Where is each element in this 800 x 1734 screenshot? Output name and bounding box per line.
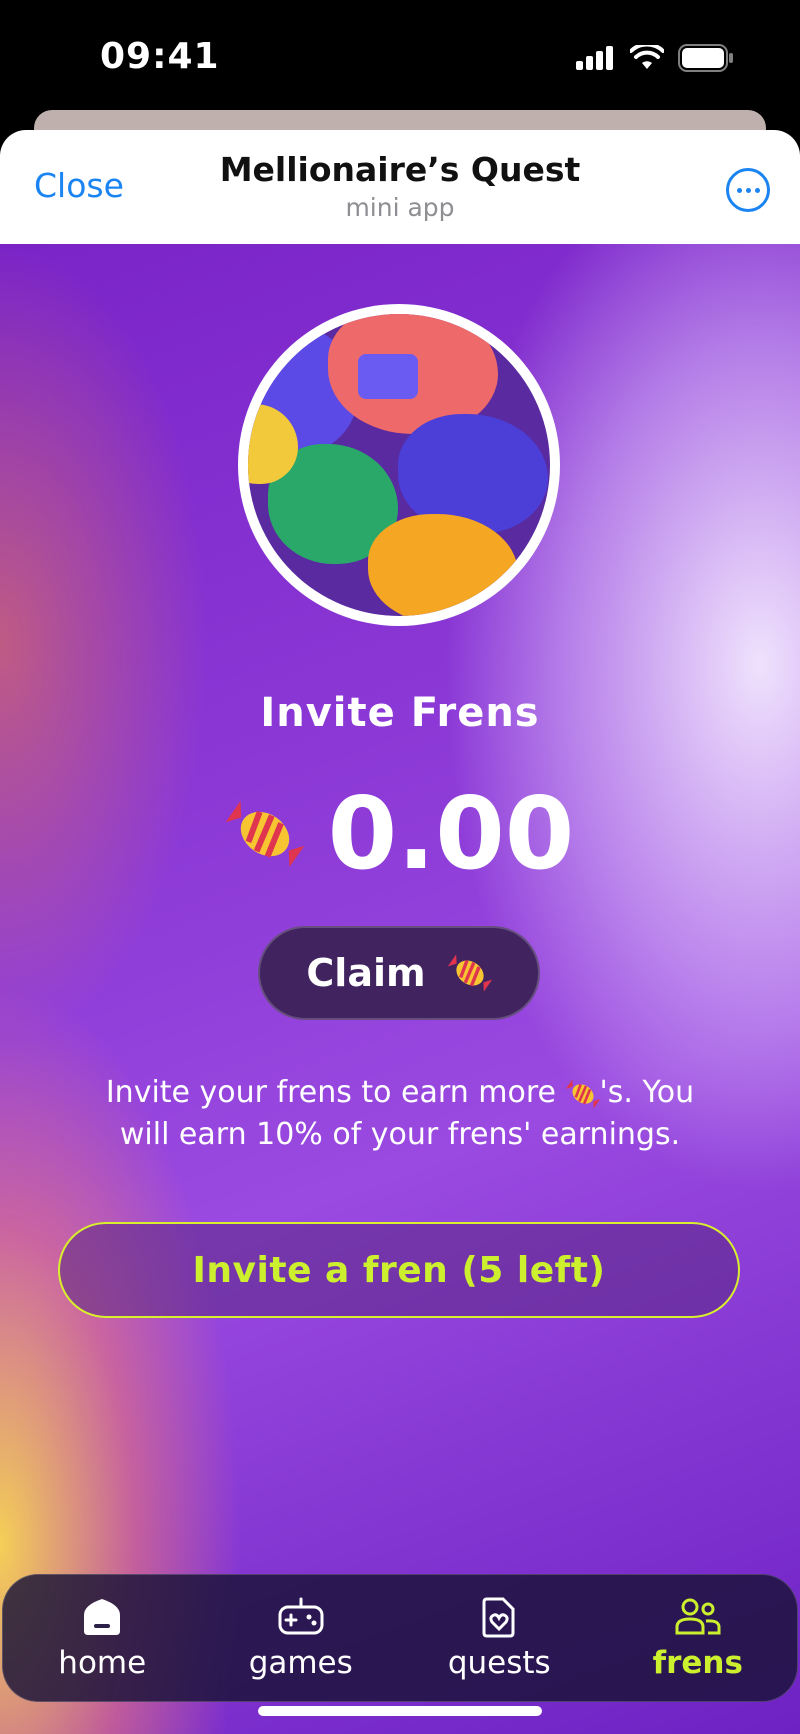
battery-icon: [678, 44, 733, 72]
balance-value: 0.00: [327, 775, 575, 892]
balance-display: 0.00: [0, 784, 800, 884]
more-dot-icon: [736, 187, 742, 193]
signal-icon: [576, 46, 613, 70]
candy-icon: [225, 800, 304, 868]
nav-label: quests: [447, 1645, 551, 1681]
status-bar: 09:41: [0, 0, 800, 110]
app-subtitle: mini app: [345, 193, 455, 222]
quests-icon: [482, 1597, 515, 1638]
illustration-art: [248, 314, 550, 616]
claim-label: Claim: [306, 951, 426, 995]
status-time: 09:41: [100, 36, 220, 77]
home-icon: [84, 1599, 121, 1635]
wifi-icon: [630, 45, 664, 69]
frens-icon: [675, 1598, 721, 1635]
mini-app-header: Close Mellionaire’s Quest mini app: [0, 130, 800, 244]
invite-description: Invite your frens to earn more 's. You w…: [80, 1072, 720, 1156]
home-indicator: [258, 1706, 542, 1716]
nav-label: home: [58, 1645, 147, 1681]
frens-illustration: [238, 304, 560, 626]
section-title: Invite Frens: [260, 690, 540, 736]
title-block: Mellionaire’s Quest mini app: [0, 150, 800, 222]
more-dot-icon: [754, 187, 760, 193]
claim-button[interactable]: Claim: [258, 926, 540, 1020]
more-dot-icon: [745, 187, 751, 193]
invite-desc-text: Invite your frens to earn more: [105, 1075, 566, 1110]
candy-icon: [565, 1079, 600, 1108]
more-options-button[interactable]: [726, 168, 770, 212]
main-content: Invite Frens 0.00 Claim Invite your fren…: [0, 244, 800, 1734]
gamepad-icon: [278, 1597, 324, 1635]
nav-item-quests[interactable]: quests: [409, 1595, 589, 1681]
bottom-nav: home games quests frens: [2, 1574, 798, 1702]
nav-item-games[interactable]: games: [211, 1595, 391, 1681]
nav-item-frens[interactable]: frens: [608, 1595, 788, 1681]
nav-label: games: [248, 1645, 353, 1681]
candy-icon: [447, 954, 492, 992]
app-title: Mellionaire’s Quest: [219, 150, 581, 189]
invite-button-label: Invite a fren (5 left): [192, 1249, 606, 1291]
invite-fren-button[interactable]: Invite a fren (5 left): [58, 1222, 740, 1318]
nav-item-home[interactable]: home: [12, 1595, 192, 1681]
status-icons: [576, 44, 734, 72]
nav-label: frens: [652, 1645, 743, 1681]
